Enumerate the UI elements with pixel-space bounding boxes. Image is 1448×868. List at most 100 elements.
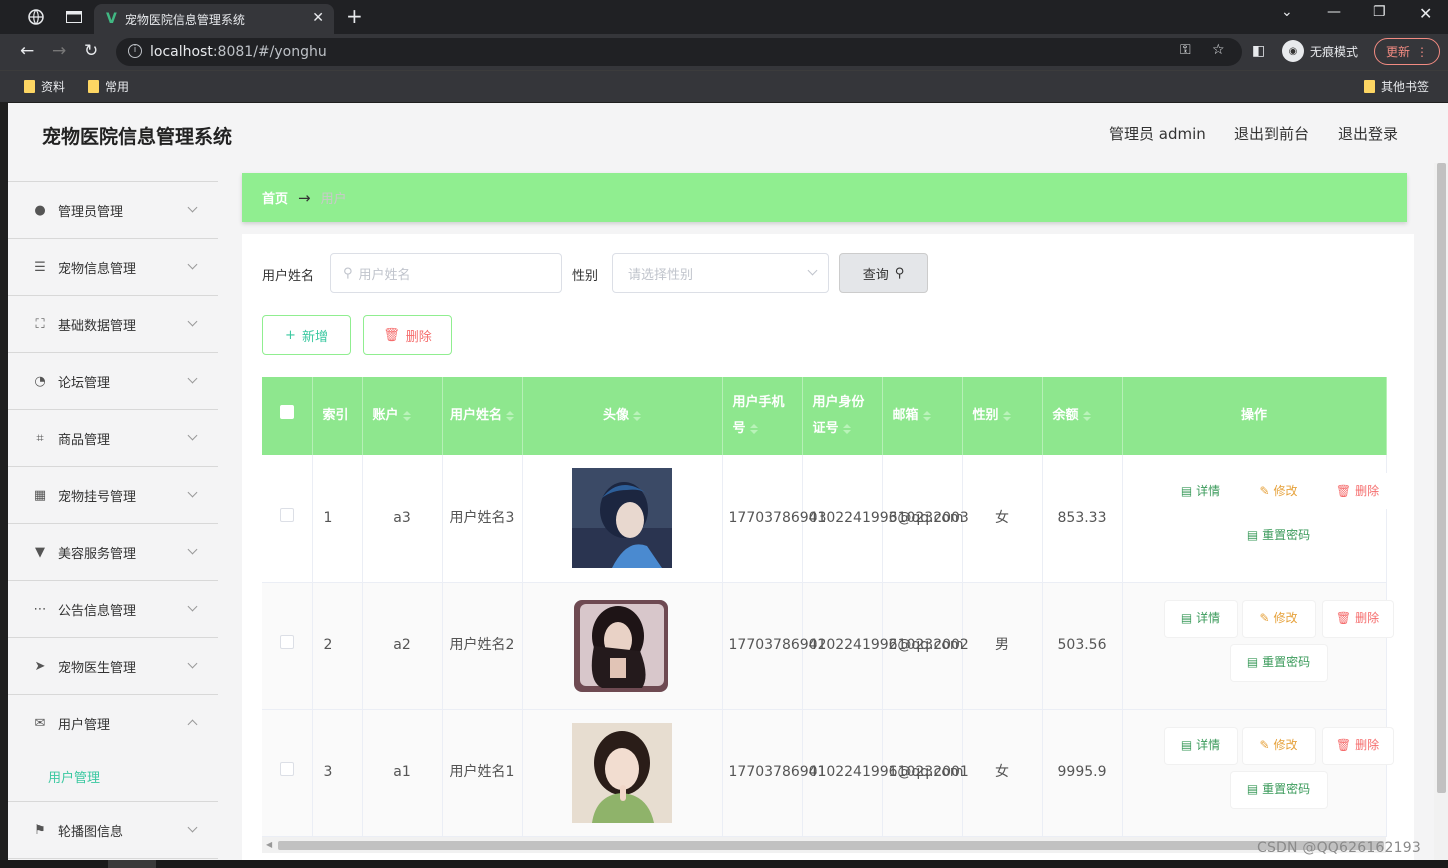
sidebar-item-users[interactable]: ✉ 用户管理 — [8, 695, 218, 752]
chevron-down-icon[interactable]: ⌄ — [1281, 4, 1293, 20]
sidebar-item-basic-data[interactable]: ⛶ 基础数据管理 — [8, 296, 218, 353]
close-tab-icon[interactable]: ✕ — [312, 10, 324, 26]
delete-button[interactable]: 🗑︎ 删除 — [1322, 600, 1393, 637]
edit-label: 修改 — [1273, 483, 1298, 498]
sort-icon[interactable] — [506, 410, 514, 421]
edit-button[interactable]: ✎ 修改 — [1242, 473, 1315, 510]
detail-button[interactable]: ▤ 详情 — [1164, 600, 1237, 637]
sidepanel-icon[interactable]: ◧ — [1252, 43, 1265, 59]
reload-icon[interactable]: ↻ — [84, 41, 98, 61]
gender-select[interactable]: 请选择性别 — [612, 253, 829, 293]
sidebar-item-notice[interactable]: ⋯ 公告信息管理 — [8, 581, 218, 638]
active-tab[interactable]: V 宠物医院信息管理系统 ✕ — [94, 4, 334, 34]
scroll-left-icon[interactable]: ◀ — [266, 840, 272, 849]
new-tab-icon[interactable]: + — [346, 4, 363, 28]
col-email[interactable]: 邮箱 — [882, 377, 963, 455]
sidebar-item-carousel[interactable]: ⚑ 轮播图信息 — [8, 802, 218, 859]
sidebar-item-forum[interactable]: ◔ 论坛管理 — [8, 353, 218, 410]
sidebar-item-goods[interactable]: ⌗ 商品管理 — [8, 410, 218, 467]
row-checkbox[interactable] — [279, 762, 294, 776]
reset-password-button[interactable]: ▤ 重置密码 — [1230, 517, 1327, 554]
url-bar[interactable]: i localhost:8081/#/yonghu ⚿ ☆ — [116, 38, 1242, 66]
col-idcard-label: 用户身份证号 — [812, 395, 865, 436]
name-search-input[interactable]: ⚲ 用户姓名 — [330, 253, 562, 293]
col-gender[interactable]: 性别 — [962, 377, 1043, 455]
close-window-icon[interactable]: ✕ — [1419, 4, 1432, 23]
table-row[interactable]: 1 a3 用户姓名3 17703786903 41022419961023200… — [262, 455, 1393, 583]
query-button[interactable]: 查询 ⚲ — [839, 253, 928, 293]
table-row[interactable]: 2 a2 用户姓名2 17703786902 2@qq.com 男 503.56… — [262, 582, 1393, 710]
row-checkbox[interactable] — [279, 635, 294, 649]
key-icon[interactable]: ⚿ — [1180, 42, 1191, 58]
sort-icon[interactable] — [1002, 410, 1011, 421]
delete-button[interactable]: 🗑︎ 删除 — [1322, 727, 1393, 764]
gender-placeholder: 请选择性别 — [628, 267, 694, 283]
horizontal-scrollbar[interactable]: ◀ — [262, 837, 1386, 853]
sort-icon[interactable] — [402, 410, 411, 421]
add-button[interactable]: + 新增 — [262, 315, 351, 355]
back-icon[interactable]: ← — [20, 41, 34, 61]
avatar-image[interactable] — [572, 722, 672, 823]
col-idcard[interactable]: 用户身份证号 — [802, 377, 883, 455]
chevron-down-icon — [187, 259, 198, 270]
delete-label: 删除 — [1355, 611, 1380, 625]
sort-icon[interactable] — [1082, 410, 1091, 421]
sidebar-subitem-user-management[interactable]: 用户管理 — [8, 752, 218, 802]
exit-to-front-link[interactable]: 退出到前台 — [1234, 123, 1309, 144]
scrollbar-thumb[interactable] — [278, 841, 1384, 850]
sort-icon[interactable] — [842, 423, 851, 434]
send-icon: ➤ — [34, 658, 46, 674]
sidebar-item-doctor[interactable]: ➤ 宠物医生管理 — [8, 638, 218, 695]
url-host: localhost — [150, 44, 213, 60]
globe-icon[interactable] — [24, 0, 48, 34]
sidebar-item-registration[interactable]: ▦ 宠物挂号管理 — [8, 467, 218, 524]
incognito-indicator[interactable]: ◉ 无痕模式 — [1282, 40, 1358, 62]
sort-icon[interactable] — [633, 410, 641, 421]
sidebar-item-admin[interactable]: ● 管理员管理 — [8, 182, 218, 239]
logout-link[interactable]: 退出登录 — [1338, 123, 1398, 144]
minimize-icon[interactable]: — — [1327, 4, 1341, 20]
scrollbar-thumb[interactable] — [1437, 163, 1446, 793]
forward-icon[interactable]: → — [52, 41, 66, 61]
delete-button[interactable]: 🗑︎ 删除 — [1322, 473, 1393, 510]
restore-icon[interactable]: ❐ — [1373, 4, 1386, 20]
table-row[interactable]: 3 a1 用户姓名1 17703786901 1@qq.com 女 9995.9… — [262, 709, 1393, 837]
window-icon[interactable] — [62, 0, 86, 34]
col-avatar[interactable]: 头像 — [522, 377, 723, 455]
other-bookmarks[interactable]: 其他书签 — [1364, 78, 1429, 95]
col-name[interactable]: 用户姓名 — [442, 377, 523, 455]
select-all-checkbox[interactable] — [279, 405, 294, 419]
bookmark-folder[interactable]: 资料 — [24, 78, 65, 95]
avatar-image[interactable] — [572, 468, 672, 569]
sidebar-item-beauty[interactable]: ▼ 美容服务管理 — [8, 524, 218, 581]
col-account[interactable]: 账户 — [362, 377, 443, 455]
update-button[interactable]: 更新 ⋮ — [1374, 38, 1440, 65]
vertical-scrollbar[interactable] — [1434, 163, 1448, 860]
reset-password-button[interactable]: ▤ 重置密码 — [1230, 644, 1327, 681]
row-checkbox[interactable] — [279, 507, 294, 522]
col-phone[interactable]: 用户手机号 — [722, 377, 803, 455]
info-icon[interactable]: i — [128, 44, 142, 58]
edit-button[interactable]: ✎ 修改 — [1242, 727, 1315, 764]
bookmark-folder[interactable]: 常用 — [88, 78, 129, 95]
edit-button[interactable]: ✎ 修改 — [1242, 600, 1315, 637]
taskbar-item[interactable] — [108, 860, 156, 868]
reset-password-button[interactable]: ▤ 重置密码 — [1230, 771, 1327, 808]
edit-icon: ✎ — [1259, 483, 1270, 498]
select-all-cell — [262, 377, 313, 455]
sort-icon[interactable] — [922, 410, 931, 421]
cell-avatar — [522, 455, 723, 583]
breadcrumb-home[interactable]: 首页 — [262, 188, 288, 207]
detail-button[interactable]: ▤ 详情 — [1164, 473, 1237, 510]
cell-name: 用户姓名2 — [442, 582, 523, 710]
cell-phone: 17703786902 — [722, 582, 826, 710]
batch-delete-button[interactable]: 🗑︎ 删除 — [363, 315, 452, 355]
avatar-image[interactable] — [572, 595, 672, 696]
star-icon[interactable]: ☆ — [1212, 42, 1225, 58]
sidebar-item-pet-info[interactable]: ☰ 宠物信息管理 — [8, 239, 218, 296]
sort-icon[interactable] — [749, 423, 758, 434]
col-balance[interactable]: 余额 — [1042, 377, 1123, 455]
cell-balance: 9995.9 — [1042, 709, 1123, 837]
delete-label: 删除 — [1355, 738, 1380, 752]
detail-button[interactable]: ▤ 详情 — [1164, 727, 1237, 764]
